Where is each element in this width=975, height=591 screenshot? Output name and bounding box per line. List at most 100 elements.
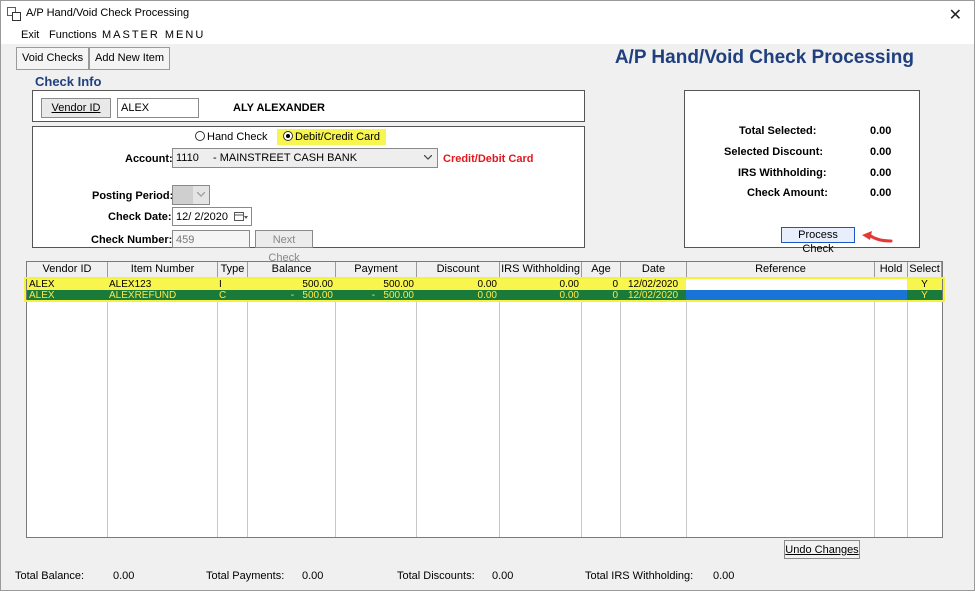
col-select[interactable]: Select — [908, 262, 942, 278]
debit-credit-radio-icon — [283, 131, 293, 141]
next-check-button[interactable]: Next Check — [255, 230, 313, 264]
cell-select[interactable]: Y — [907, 279, 942, 290]
total-balance-label: Total Balance: — [15, 570, 85, 582]
posting-period-label: Posting Period: — [92, 190, 174, 202]
cell-date: 12/02/2020 — [627, 279, 679, 290]
title-bar: A/P Hand/Void Check Processing ✕ — [1, 1, 974, 27]
debit-credit-label: Debit/Credit Card — [295, 131, 380, 143]
menu-functions[interactable]: Functions — [49, 29, 97, 41]
col-irs-withholding[interactable]: IRS Withholding — [500, 262, 582, 278]
check-number-label: Check Number: — [91, 234, 173, 246]
col-discount[interactable]: Discount — [417, 262, 500, 278]
col-balance[interactable]: Balance — [248, 262, 336, 278]
items-grid[interactable]: Vendor ID Item Number Type Balance Payme… — [26, 261, 943, 538]
menu-bar: Exit Functions MASTER MENU — [1, 27, 974, 44]
add-new-item-button[interactable]: Add New Item — [89, 47, 171, 70]
cell-hold[interactable] — [874, 290, 907, 301]
app-icon — [7, 7, 21, 21]
menu-master-menu[interactable]: MASTER MENU — [102, 29, 205, 41]
cell-payment: - 500.00 — [371, 290, 414, 301]
window-title: A/P Hand/Void Check Processing — [26, 7, 190, 19]
cell-reference[interactable] — [686, 290, 874, 301]
grid-divider — [620, 278, 621, 537]
cell-balance: - 500.00 — [290, 290, 333, 301]
grid-divider — [416, 278, 417, 537]
posting-period-swatch — [173, 186, 193, 204]
col-hold[interactable]: Hold — [875, 262, 908, 278]
vendor-id-input[interactable]: ALEX — [117, 98, 199, 118]
cell-reference[interactable] — [686, 279, 874, 290]
col-age[interactable]: Age — [582, 262, 621, 278]
total-balance-value: 0.00 — [113, 570, 135, 582]
close-icon[interactable]: ✕ — [949, 5, 962, 25]
total-selected-label: Total Selected: — [739, 125, 817, 137]
cell-discount: 0.00 — [477, 290, 497, 301]
selected-discount-value: 0.00 — [870, 146, 892, 158]
chevron-down-icon — [197, 192, 205, 197]
grid-divider — [499, 278, 500, 537]
cell-irs: 0.00 — [559, 279, 579, 290]
table-row[interactable]: ALEX ALEXREFUND C - 500.00 - 500.00 0.00… — [27, 290, 942, 301]
check-date-input[interactable]: 12/ 2/2020 — [172, 207, 252, 226]
debit-credit-radio[interactable]: Debit/Credit Card — [277, 129, 386, 145]
check-number-input[interactable]: 459 — [172, 230, 250, 248]
grid-divider — [686, 278, 687, 537]
grid-divider — [335, 278, 336, 537]
menu-exit[interactable]: Exit — [21, 29, 39, 41]
check-amount-label: Check Amount: — [747, 187, 828, 199]
col-payment[interactable]: Payment — [336, 262, 417, 278]
check-detail-panel: Hand Check Debit/Credit Card Account: 11… — [32, 126, 585, 264]
cell-payment: 500.00 — [383, 279, 414, 290]
account-select[interactable]: 1110 - MAINSTREET CASH BANK — [172, 148, 438, 168]
irs-withholding-value: 0.00 — [870, 167, 892, 179]
account-number: 1110 — [176, 152, 199, 164]
undo-changes-button[interactable]: Undo Changes — [784, 540, 860, 559]
total-irs-value: 0.00 — [713, 570, 735, 582]
hand-check-radio[interactable]: Hand Check — [195, 131, 268, 143]
totals-panel: Total Selected: 0.00 Selected Discount: … — [684, 90, 920, 255]
vendor-id-button[interactable]: Vendor ID — [41, 98, 111, 118]
check-info-label: Check Info — [35, 74, 102, 89]
cell-item-number: ALEX123 — [109, 279, 152, 290]
posting-period-select[interactable] — [172, 185, 210, 205]
account-name: - MAINSTREET CASH BANK — [213, 152, 358, 164]
irs-withholding-label: IRS Withholding: — [738, 167, 827, 179]
hand-check-label: Hand Check — [207, 131, 268, 143]
col-vendor-id[interactable]: Vendor ID — [27, 262, 108, 278]
cell-irs: 0.00 — [559, 290, 579, 301]
grid-divider — [907, 278, 908, 537]
col-type[interactable]: Type — [218, 262, 248, 278]
vendor-id-button-label: Vendor ID — [51, 102, 101, 114]
grid-divider — [874, 278, 875, 537]
cell-date: 12/02/2020 — [627, 290, 679, 301]
cell-age: 0 — [612, 279, 618, 290]
calendar-icon — [234, 212, 248, 221]
col-reference[interactable]: Reference — [687, 262, 875, 278]
cell-vendor-id: ALEX — [29, 279, 55, 290]
total-discounts-value: 0.00 — [492, 570, 514, 582]
void-checks-button[interactable]: Void Checks — [16, 47, 90, 70]
cell-age: 0 — [612, 290, 618, 301]
check-amount-value: 0.00 — [870, 187, 892, 199]
table-row[interactable]: ALEX ALEX123 I 500.00 500.00 0.00 0.00 0… — [27, 279, 942, 290]
col-date[interactable]: Date — [621, 262, 687, 278]
total-payments-value: 0.00 — [302, 570, 324, 582]
cell-balance: 500.00 — [302, 279, 333, 290]
cell-type: C — [219, 290, 227, 301]
cell-select[interactable]: Y — [907, 290, 942, 301]
process-check-button[interactable]: Process Check — [781, 227, 855, 255]
chevron-down-icon — [424, 155, 432, 160]
grid-divider — [247, 278, 248, 537]
grid-divider — [581, 278, 582, 537]
cell-vendor-id: ALEX — [29, 290, 55, 301]
cell-hold[interactable] — [874, 279, 907, 290]
hand-check-radio-icon — [195, 131, 205, 141]
undo-changes-label: Undo Changes — [785, 544, 859, 556]
cell-item-number: ALEXREFUND — [109, 290, 177, 301]
col-item-number[interactable]: Item Number — [108, 262, 218, 278]
red-arrow-icon — [862, 231, 893, 243]
grid-divider — [107, 278, 108, 537]
main-window: A/P Hand/Void Check Processing ✕ Exit Fu… — [0, 0, 975, 591]
total-payments-label: Total Payments: — [206, 570, 285, 582]
total-irs-label: Total IRS Withholding: — [585, 570, 694, 582]
